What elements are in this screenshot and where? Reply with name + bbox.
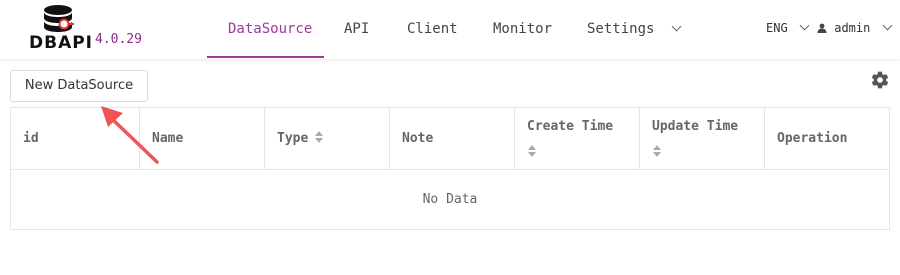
nav-monitor[interactable]: Monitor <box>493 0 552 59</box>
active-tab-indicator <box>207 56 324 58</box>
chevron-down-icon <box>671 21 682 32</box>
nav-api[interactable]: API <box>344 0 369 59</box>
sort-icon[interactable] <box>527 145 537 157</box>
nav-client[interactable]: Client <box>407 0 458 59</box>
gear-icon[interactable] <box>870 70 890 90</box>
language-selector[interactable]: ENG <box>766 20 810 35</box>
user-icon <box>817 23 827 33</box>
username: admin <box>834 21 871 35</box>
column-header-operation: Operation <box>765 108 889 170</box>
column-header-note: Note <box>390 108 515 170</box>
top-header: DBAPI 4.0.29 DataSource API Client Monit… <box>0 0 900 59</box>
column-label: Update Time <box>652 119 739 134</box>
chevron-down-icon <box>882 20 893 31</box>
column-label: Type <box>277 131 309 146</box>
nav-label: API <box>344 21 370 37</box>
nav-label: Client <box>407 21 458 37</box>
column-label: id <box>23 131 39 146</box>
nav-label: Settings <box>587 21 655 37</box>
user-menu[interactable]: admin <box>817 20 893 35</box>
annotation-arrow-icon <box>101 106 159 164</box>
version-label: 4.0.29 <box>95 32 142 47</box>
nav-label: DataSource <box>228 21 313 37</box>
column-header-create-time[interactable]: Create Time <box>515 108 640 170</box>
sort-icon[interactable] <box>314 131 324 143</box>
column-header-update-time[interactable]: Update Time <box>640 108 765 170</box>
chevron-down-icon <box>799 20 810 31</box>
language-label: ENG <box>766 21 788 35</box>
column-label: Note <box>402 131 434 146</box>
new-datasource-button[interactable]: New DataSource <box>10 70 148 102</box>
sort-icon[interactable] <box>652 145 662 157</box>
column-label: Operation <box>777 131 848 146</box>
logo-text: DBAPI <box>29 33 94 53</box>
nav-label: Monitor <box>493 21 553 37</box>
nav-datasource[interactable]: DataSource <box>228 0 312 59</box>
empty-state-text: No Data <box>422 192 478 207</box>
nav-settings[interactable]: Settings <box>587 0 682 59</box>
column-header-type[interactable]: Type <box>265 108 390 170</box>
column-label: Create Time <box>527 119 614 134</box>
